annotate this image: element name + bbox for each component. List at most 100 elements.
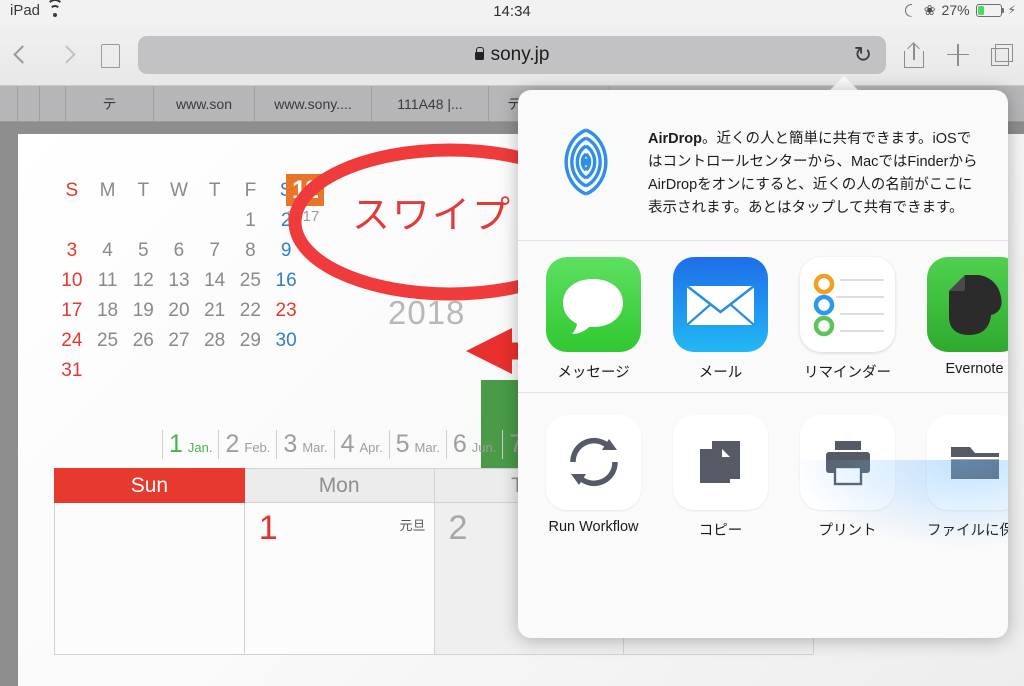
share-action-run-workflow[interactable]: Run Workflow <box>546 414 641 540</box>
mini-calendar-day[interactable]: 30 <box>268 326 304 356</box>
mini-calendar-week: 24 25 26 27 28 29 30 <box>54 326 304 356</box>
mini-calendar-day[interactable]: 11 <box>90 266 126 296</box>
mini-calendar-day[interactable]: 6 <box>161 236 197 266</box>
address-bar[interactable]: sony.jp ↻ <box>138 35 886 74</box>
mini-calendar-day[interactable]: 23 <box>268 296 304 326</box>
mini-calendar-day[interactable]: 8 <box>233 236 269 266</box>
month-tab[interactable]: 5 Mar. <box>388 430 446 459</box>
share-app-messages[interactable]: メッセージ <box>546 256 641 382</box>
mini-calendar-day[interactable] <box>268 356 304 386</box>
share-app-mail[interactable]: メール <box>673 256 768 382</box>
mini-calendar-weekday: T <box>137 180 150 201</box>
mini-calendar-day[interactable]: 29 <box>233 326 269 356</box>
mini-calendar-day[interactable]: 7 <box>197 236 233 266</box>
mini-calendar-day[interactable] <box>90 356 126 386</box>
status-bar-clock: 14:34 <box>493 3 531 20</box>
month-badge: 12 <box>286 174 324 206</box>
browser-tab[interactable]: 111A48 |... <box>372 86 489 121</box>
bookmarks-button[interactable] <box>88 33 132 77</box>
share-action-save-to-files[interactable]: ファイルに保存 <box>927 414 1008 540</box>
month-tab[interactable]: 4 Apr. <box>333 430 389 459</box>
mini-calendar-day[interactable] <box>197 206 233 236</box>
month-tab[interactable]: 6 Jun. <box>445 430 502 459</box>
mini-calendar-day[interactable]: 10 <box>54 266 90 296</box>
mini-calendar-weekday: M <box>99 180 116 201</box>
mini-calendar-day[interactable] <box>125 206 161 236</box>
mini-calendar-day[interactable]: 3 <box>54 236 90 266</box>
month-tab-name: Jun. <box>471 440 497 455</box>
mini-calendar-day[interactable]: 9 <box>268 236 304 266</box>
share-app-evernote[interactable]: Evernote <box>927 256 1008 382</box>
mini-calendar-day[interactable] <box>161 206 197 236</box>
month-grid-weekday: Mon <box>243 468 435 503</box>
share-action-label: コピー <box>698 522 743 539</box>
browser-tab[interactable] <box>0 86 18 121</box>
month-tab[interactable]: 3 Mar. <box>276 430 333 459</box>
back-button[interactable] <box>0 33 44 77</box>
mini-calendar-day[interactable]: 19 <box>125 296 161 326</box>
browser-tab[interactable]: テ <box>66 86 154 121</box>
lock-icon <box>474 47 484 60</box>
mini-calendar-day[interactable]: 13 <box>161 266 197 296</box>
mini-calendar-day[interactable]: 18 <box>90 296 126 326</box>
mini-calendar-day[interactable]: 1 <box>233 206 269 236</box>
show-tabs-button[interactable] <box>980 33 1024 77</box>
mini-calendar-day[interactable]: 4 <box>90 236 126 266</box>
mini-calendar-day[interactable] <box>197 356 233 386</box>
mini-calendar-day[interactable]: 31 <box>54 356 90 386</box>
airdrop-title: AirDrop <box>648 131 702 147</box>
month-tab[interactable]: 2 Feb. <box>218 430 276 459</box>
mini-calendar-day[interactable] <box>90 206 126 236</box>
month-tab-name: Mar. <box>414 440 440 455</box>
reload-icon[interactable]: ↻ <box>854 43 872 66</box>
mini-calendar-day[interactable]: 27 <box>161 326 197 356</box>
month-grid-weekday: Sun <box>54 468 245 503</box>
browser-tab[interactable]: www.son <box>154 86 255 121</box>
mini-calendar-day[interactable]: 14 <box>197 266 233 296</box>
mini-calendar-day[interactable] <box>161 356 197 386</box>
mini-calendar-day[interactable]: 22 <box>233 296 269 326</box>
mini-calendar-day[interactable] <box>233 356 269 386</box>
month-grid-cell[interactable]: 1 元旦 <box>243 502 435 655</box>
print-icon <box>800 414 895 510</box>
mini-calendar-day[interactable]: 12 <box>125 266 161 296</box>
mini-calendar-day[interactable] <box>54 206 90 236</box>
month-grid-cell[interactable] <box>54 502 245 655</box>
browser-tab[interactable]: www.sony.... <box>255 86 372 121</box>
mini-calendar-day[interactable]: 16 <box>268 266 304 296</box>
share-action-copy[interactable]: コピー <box>673 414 768 540</box>
month-tab[interactable]: 1 Jan. <box>162 430 218 459</box>
mini-calendar-day[interactable]: 5 <box>125 236 161 266</box>
mini-calendar-day[interactable]: 26 <box>125 326 161 356</box>
airdrop-icon[interactable] <box>540 116 632 208</box>
month-grid-day-number <box>55 510 69 516</box>
mini-calendar-day[interactable]: 25 <box>90 326 126 356</box>
new-tab-button[interactable] <box>936 33 980 77</box>
mini-calendar-weekday: F <box>244 180 257 201</box>
share-app-label: リマインダー <box>804 364 891 381</box>
forward-button[interactable] <box>44 33 88 77</box>
month-tab-number: 4 <box>340 430 355 458</box>
share-apps-row: メッセージ メール リマインダー Evernote <box>518 241 1008 393</box>
share-app-reminders[interactable]: リマインダー <box>800 256 895 382</box>
mini-calendar-day[interactable]: 24 <box>54 326 90 356</box>
chevron-left-icon <box>12 45 32 64</box>
mini-calendar-weekday: S <box>65 180 79 201</box>
mini-calendar-day[interactable] <box>125 356 161 386</box>
mini-calendar-day[interactable]: 17 <box>54 296 90 326</box>
month-tab-number: 3 <box>283 430 298 458</box>
share-app-label: メール <box>698 364 743 381</box>
mini-calendar-day[interactable]: 21 <box>197 296 233 326</box>
browser-tab[interactable] <box>18 86 40 121</box>
browser-tab[interactable] <box>40 86 66 121</box>
month-grid-day-number: 2 <box>448 509 468 547</box>
mini-calendar-day[interactable]: 28 <box>197 326 233 356</box>
chevron-right-icon <box>56 45 76 64</box>
share-button[interactable] <box>892 33 936 77</box>
big-year-label: 2018 <box>388 294 466 331</box>
mini-calendar-day[interactable]: 20 <box>161 296 197 326</box>
share-action-print[interactable]: プリント <box>800 414 895 540</box>
badge-year-label: 2017 <box>286 208 320 225</box>
ipad-safari-screen: iPad 14:34 ❀ 27% ⚡ sony.jp ↻ テ www.son w… <box>0 0 1024 686</box>
mini-calendar-day[interactable]: 25 <box>233 266 269 296</box>
